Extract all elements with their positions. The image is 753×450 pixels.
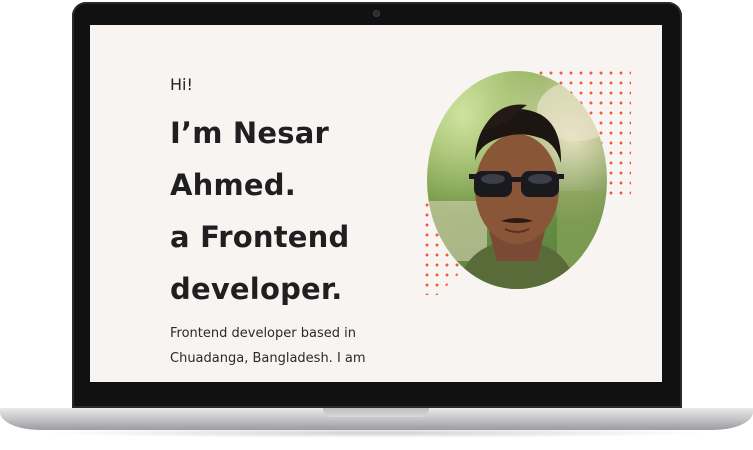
- hero-greeting: Hi!: [170, 75, 193, 94]
- headline-line-3: a Frontend: [170, 220, 350, 254]
- laptop-opening-notch: [323, 408, 429, 417]
- bio-line-2: Chuadanga, Bangladesh. I am: [170, 351, 366, 366]
- laptop-mockup: Hi! I’m Nesar Ahmed. a Frontend develope…: [0, 0, 753, 450]
- profile-photo: [427, 71, 607, 289]
- hero-headline: I’m Nesar Ahmed. a Frontend developer.: [170, 107, 390, 315]
- profile-photo-portrait: [427, 81, 607, 289]
- headline-line-2: Ahmed.: [170, 168, 296, 202]
- website-screen: Hi! I’m Nesar Ahmed. a Frontend develope…: [90, 25, 662, 382]
- camera-icon: [373, 10, 380, 17]
- hero-bio: Frontend developer based in Chuadanga, B…: [170, 321, 410, 371]
- bio-line-1: Frontend developer based in: [170, 326, 356, 341]
- headline-line-4: developer.: [170, 272, 343, 306]
- headline-line-1: I’m Nesar: [170, 116, 329, 150]
